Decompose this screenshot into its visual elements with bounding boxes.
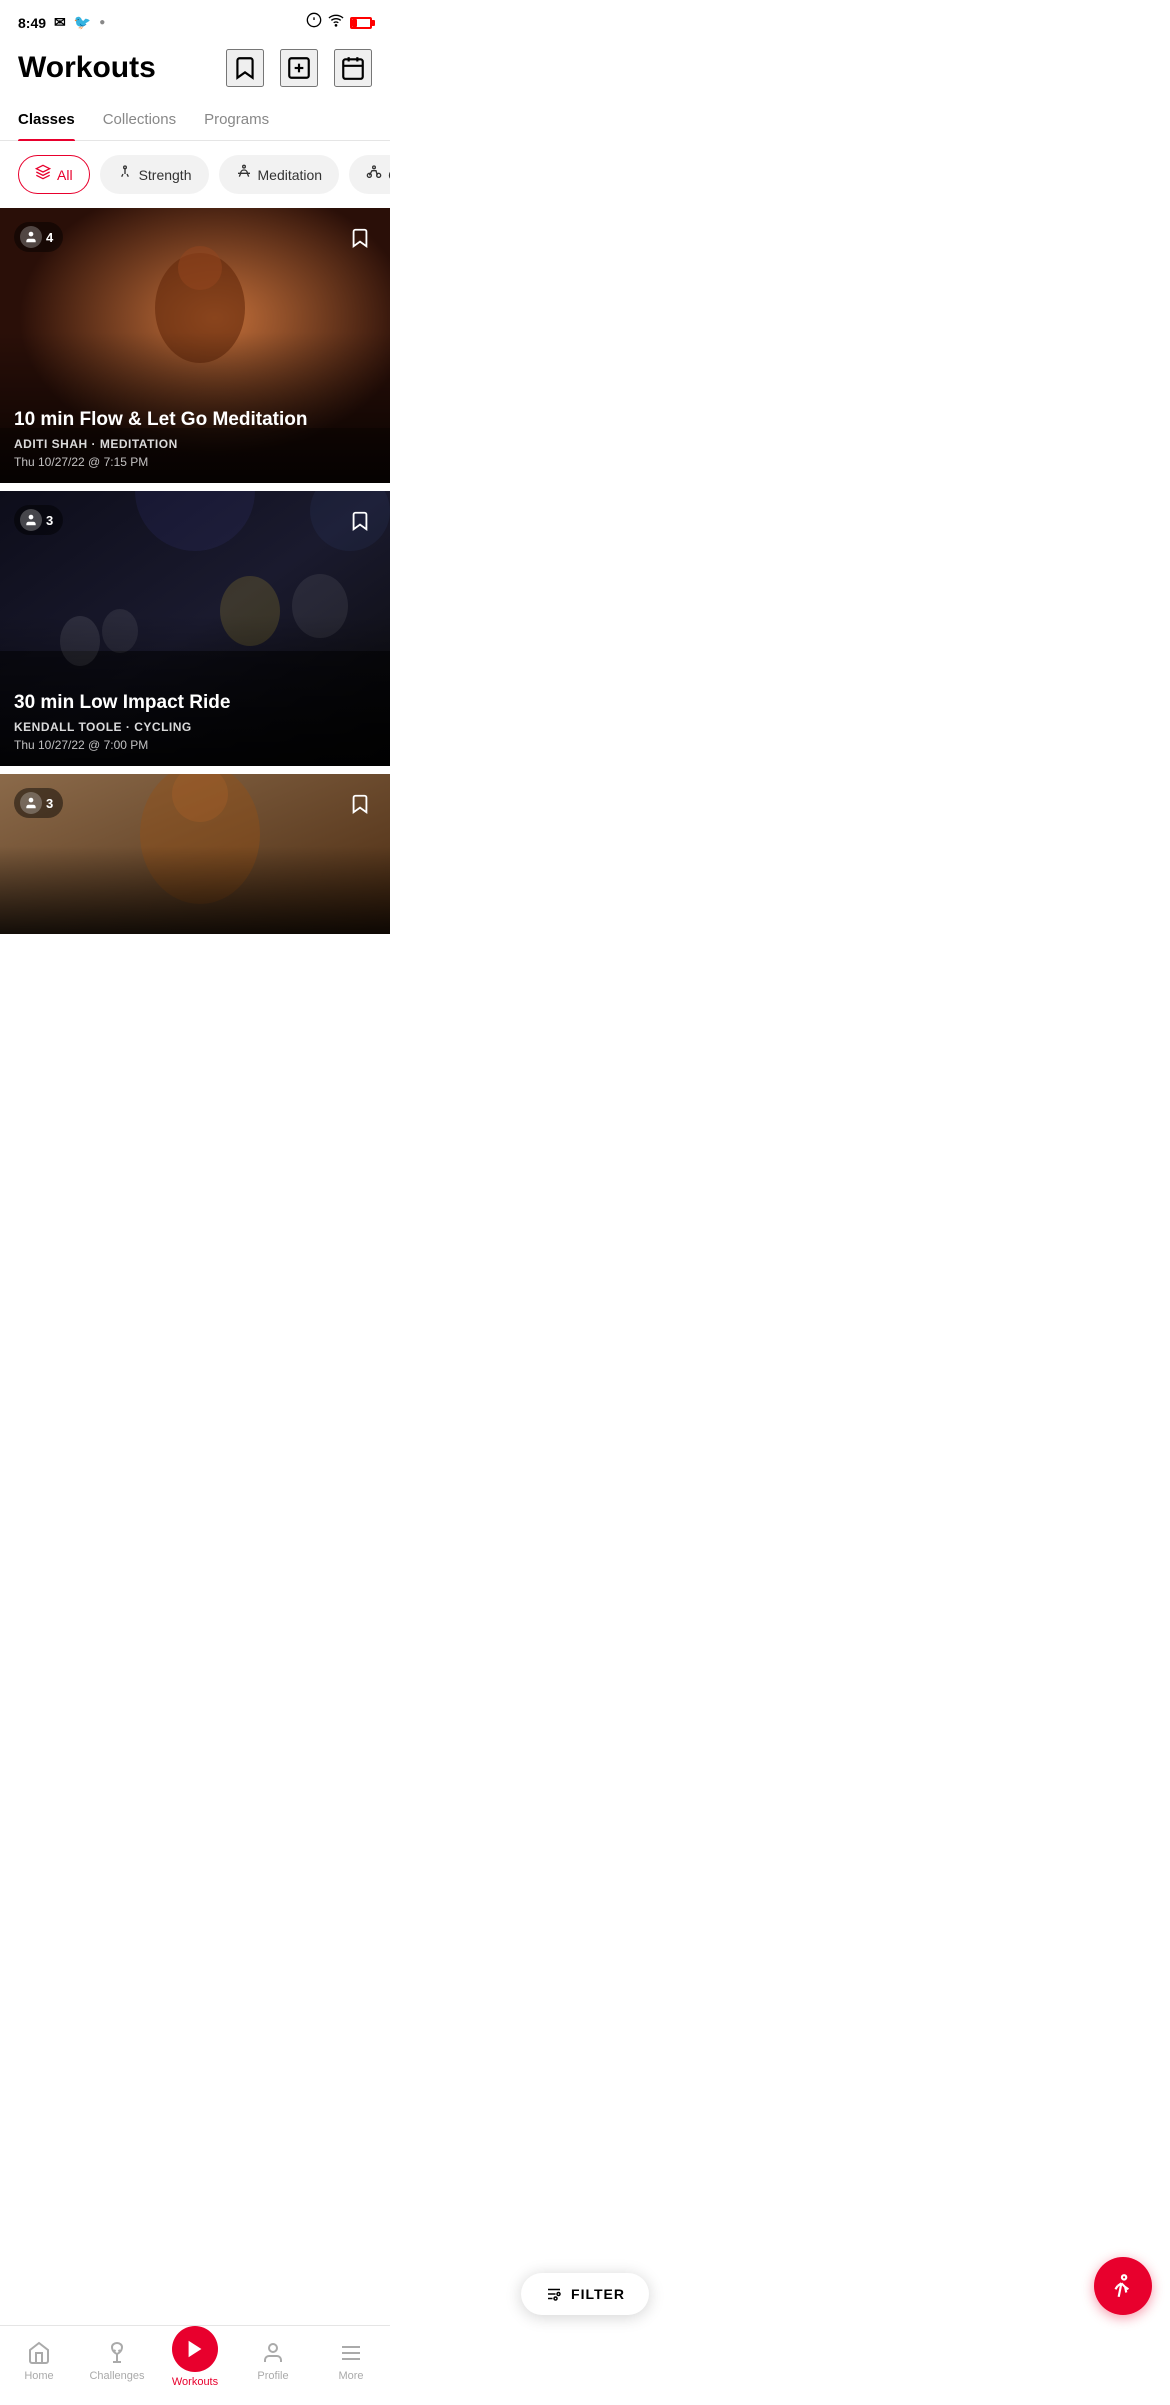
workout-list: 4 10 min Flow & Let Go Meditation ADITI … [0, 208, 390, 942]
nav-home[interactable]: Home [0, 2340, 78, 2382]
workouts-circle [172, 2326, 218, 2372]
calendar-button[interactable] [334, 49, 372, 87]
pill-cycling[interactable]: Cycling [349, 155, 390, 194]
page-header: Workouts [0, 39, 390, 101]
strength-icon [117, 164, 133, 185]
nav-profile[interactable]: Profile [234, 2340, 312, 2382]
challenges-icon [104, 2340, 130, 2366]
card-bookmark-2[interactable] [344, 505, 376, 537]
nav-challenges[interactable]: Challenges [78, 2340, 156, 2382]
meditation-icon [236, 164, 252, 185]
home-icon [26, 2340, 52, 2366]
card-participants-1: 4 [14, 222, 63, 252]
filter-button[interactable]: FILTER [521, 2273, 649, 2315]
run-icon [1110, 2273, 1136, 2299]
card-participants-2: 3 [14, 505, 63, 535]
nav-workouts-label: Workouts [172, 2376, 218, 2388]
pill-meditation[interactable]: Meditation [219, 155, 340, 194]
card-title-2: 30 min Low Impact Ride [14, 692, 376, 715]
time-display: 8:49 [18, 15, 46, 31]
status-icons [306, 12, 372, 33]
more-icon [338, 2340, 364, 2366]
nav-challenges-label: Challenges [89, 2370, 144, 2382]
add-button[interactable] [280, 49, 318, 87]
pill-strength[interactable]: Strength [100, 155, 209, 194]
card-time-2: Thu 10/27/22 @ 7:00 PM [14, 738, 376, 752]
nav-more-label: More [338, 2370, 363, 2382]
card-meta-1: ADITI SHAH · MEDITATION [14, 437, 376, 451]
wifi-icon [328, 12, 344, 33]
tab-programs[interactable]: Programs [204, 101, 269, 140]
bottom-navigation: Home Challenges Workouts Profile More [0, 2325, 390, 2405]
tab-collections[interactable]: Collections [103, 101, 176, 140]
nav-profile-label: Profile [257, 2370, 288, 2382]
status-bar: 8:49 ✉ 🐦 ● [0, 0, 390, 39]
dot-indicator: ● [99, 17, 105, 28]
card-gradient-3 [0, 846, 390, 934]
card-bookmark-1[interactable] [344, 222, 376, 254]
run-button[interactable] [1094, 2257, 1152, 2315]
workout-card-3[interactable]: 3 [0, 774, 390, 934]
mail-icon: ✉ [54, 14, 66, 31]
header-actions [226, 49, 372, 87]
filter-icon [545, 2285, 563, 2303]
workout-card-2[interactable]: 3 30 min Low Impact Ride KENDALL TOOLE ·… [0, 491, 390, 766]
card-bookmark-3[interactable] [344, 788, 376, 820]
activity-icon: 🐦 [74, 14, 91, 31]
card-meta-2: KENDALL TOOLE · CYCLING [14, 720, 376, 734]
card-time-1: Thu 10/27/22 @ 7:15 PM [14, 455, 376, 469]
card-title-1: 10 min Flow & Let Go Meditation [14, 409, 376, 432]
filter-pill-bar: All Strength Meditation Cycling [0, 141, 390, 208]
filter-label: FILTER [571, 2286, 625, 2302]
status-time: 8:49 ✉ 🐦 ● [18, 14, 105, 31]
pill-all[interactable]: All [18, 155, 90, 194]
participant-count-1: 4 [46, 230, 53, 245]
layers-icon [35, 164, 51, 185]
bookmark-button[interactable] [226, 49, 264, 87]
nav-home-label: Home [24, 2370, 53, 2382]
card-participants-3: 3 [14, 788, 63, 818]
tab-classes[interactable]: Classes [18, 101, 75, 140]
participant-count-3: 3 [46, 796, 53, 811]
workout-card-1[interactable]: 4 10 min Flow & Let Go Meditation ADITI … [0, 208, 390, 483]
participant-count-2: 3 [46, 513, 53, 528]
tab-bar: Classes Collections Programs [0, 101, 390, 141]
page-title: Workouts [18, 51, 156, 85]
battery-icon [350, 17, 372, 29]
profile-icon [260, 2340, 286, 2366]
volume-icon [306, 12, 322, 33]
card-info-2: 30 min Low Impact Ride KENDALL TOOLE · C… [14, 692, 376, 752]
nav-more[interactable]: More [312, 2340, 390, 2382]
nav-workouts[interactable]: Workouts [156, 2334, 234, 2388]
card-info-1: 10 min Flow & Let Go Meditation ADITI SH… [14, 409, 376, 469]
cycling-icon [366, 164, 382, 185]
